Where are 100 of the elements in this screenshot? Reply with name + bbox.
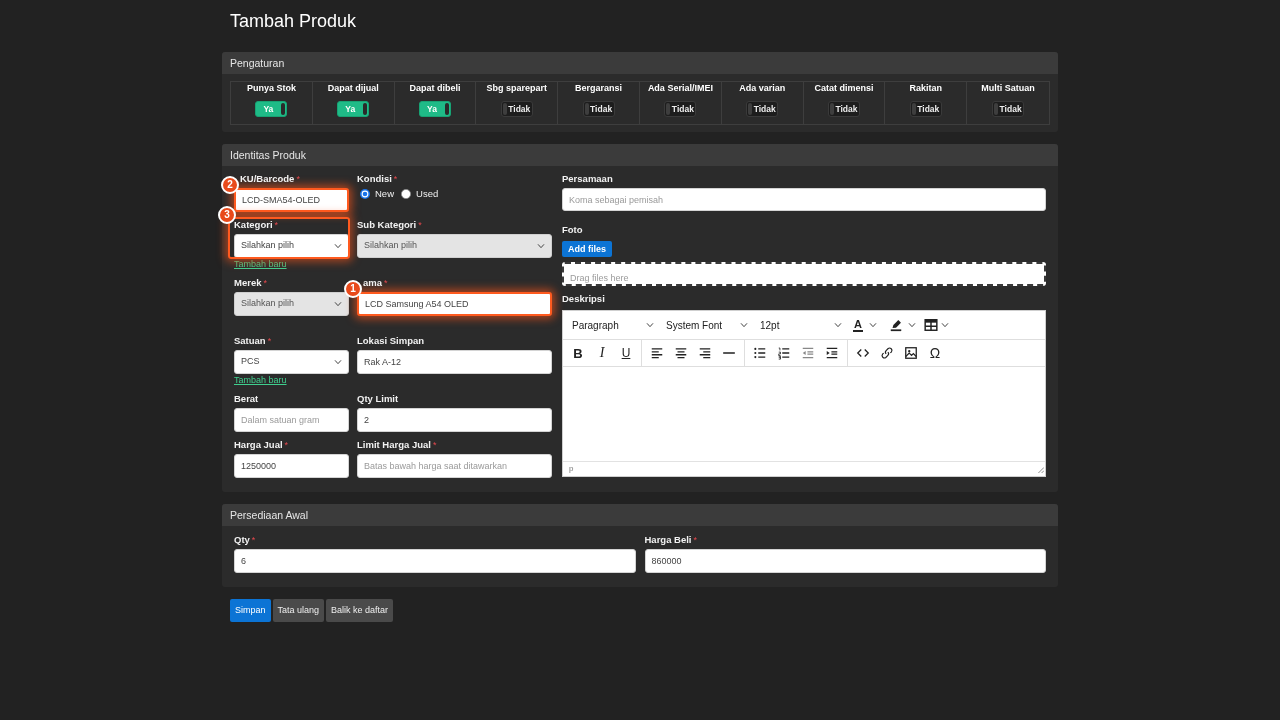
bold-button[interactable]: B bbox=[566, 341, 590, 365]
required-mark: * bbox=[274, 219, 279, 231]
highlighter-icon bbox=[889, 318, 903, 332]
align-left-icon bbox=[650, 346, 664, 360]
required-mark: * bbox=[296, 173, 300, 185]
field-label: Lokasi Simpan bbox=[357, 335, 425, 347]
toggle-switch[interactable]: Tidak bbox=[500, 101, 533, 117]
underline-button[interactable]: U bbox=[614, 341, 638, 365]
input-field[interactable]: LCD-SMA54-OLED bbox=[234, 188, 349, 212]
page-title: Tambah Produk bbox=[229, 10, 358, 32]
resize-handle-icon[interactable] bbox=[1036, 465, 1044, 473]
special-character-button[interactable]: Ω bbox=[923, 341, 947, 365]
required-mark: * bbox=[251, 534, 256, 546]
link-icon bbox=[880, 346, 894, 360]
add-new-link[interactable]: Tambah baru bbox=[234, 374, 287, 386]
chevron-down-icon bbox=[334, 358, 342, 366]
panel-title: Persediaan Awal bbox=[222, 504, 1058, 526]
field-label: Deskripsi bbox=[562, 293, 605, 305]
required-mark: * bbox=[418, 219, 422, 231]
format-dropdown[interactable]: Paragraph bbox=[566, 313, 660, 337]
toggle-label: Dapat dibeli bbox=[409, 82, 461, 94]
input-field[interactable]: Dalam satuan gram bbox=[234, 408, 349, 432]
toggle-label: Dapat dijual bbox=[327, 82, 379, 94]
field-label: Merek bbox=[234, 277, 262, 289]
input-field[interactable]: Koma sebagai pemisah bbox=[562, 188, 1046, 211]
field-label: ama bbox=[363, 277, 382, 289]
chevron-down-icon bbox=[908, 321, 916, 329]
toggle-switch[interactable]: Tidak bbox=[664, 101, 697, 117]
add-files-button[interactable]: Add files bbox=[562, 241, 612, 257]
text-color-button[interactable]: A bbox=[848, 313, 885, 337]
bullet-list-icon bbox=[753, 346, 767, 360]
toggle-label: Punya Stok bbox=[246, 82, 296, 94]
numbered-list-icon bbox=[777, 346, 791, 360]
field-label: Harga Beli bbox=[644, 534, 692, 546]
field-label: Satuan bbox=[234, 335, 266, 347]
chevron-down-icon bbox=[941, 321, 949, 329]
action-button[interactable]: Simpan bbox=[230, 599, 271, 622]
chevron-down-icon bbox=[334, 242, 342, 250]
field-label: Harga Jual bbox=[234, 439, 283, 451]
input-field[interactable]: 2 bbox=[357, 408, 552, 432]
field-label: Persamaan bbox=[562, 173, 613, 185]
chevron-down-icon bbox=[868, 321, 877, 329]
field-label: Kondisi bbox=[357, 173, 392, 185]
toggle-switch[interactable]: Tidak bbox=[582, 101, 615, 117]
toggle-label: Sbg sparepart bbox=[486, 82, 548, 94]
toggle-label: Bergaransi bbox=[575, 82, 623, 94]
element-path: p bbox=[569, 464, 574, 474]
rich-text-editor[interactable]: Paragraph System Font 12pt A B I U Ω p bbox=[562, 310, 1046, 477]
toggle-label: Multi Satuan bbox=[981, 82, 1035, 94]
format-dropdown[interactable]: 12pt bbox=[754, 313, 848, 337]
select-field[interactable]: PCS bbox=[234, 350, 349, 374]
required-mark: * bbox=[432, 439, 437, 451]
required-mark: * bbox=[393, 173, 398, 185]
align-right-icon bbox=[698, 346, 712, 360]
input-field[interactable]: 1250000 bbox=[234, 454, 349, 478]
toggle-switch[interactable]: Tidak bbox=[992, 101, 1025, 117]
format-dropdown[interactable]: System Font bbox=[660, 313, 754, 337]
required-mark: * bbox=[284, 439, 289, 451]
field-label: Limit Harga Jual bbox=[357, 439, 431, 451]
outdent-icon bbox=[801, 346, 815, 360]
field-label: Qty bbox=[234, 534, 250, 546]
indent-icon bbox=[825, 346, 839, 360]
image-icon bbox=[904, 346, 918, 360]
align-center-icon bbox=[674, 346, 688, 360]
toggle-switch[interactable]: Tidak bbox=[746, 101, 779, 117]
input-field[interactable]: 860000 bbox=[644, 549, 1046, 573]
field-label: Kategori bbox=[234, 219, 273, 231]
required-mark: * bbox=[263, 277, 267, 289]
panel-title: Pengaturan bbox=[222, 52, 1058, 74]
toggle-switch[interactable]: Tidak bbox=[909, 101, 942, 117]
action-button[interactable]: Tata ulang bbox=[272, 599, 325, 622]
input-field[interactable]: Batas bawah harga saat ditawarkan bbox=[357, 454, 552, 478]
input-field[interactable]: 6 bbox=[234, 549, 636, 573]
field-label: Qty Limit bbox=[357, 393, 399, 405]
input-field[interactable]: LCD Samsung A54 OLED bbox=[357, 292, 552, 316]
radio-icon[interactable] bbox=[360, 189, 370, 199]
toggle-label: Ada varian bbox=[739, 82, 786, 94]
select-field[interactable]: Silahkan pilih bbox=[234, 234, 349, 258]
callout-badge: 2 bbox=[221, 176, 239, 194]
input-field[interactable]: Rak A-12 bbox=[357, 350, 552, 374]
chevron-down-icon bbox=[834, 321, 842, 329]
radio-option[interactable]: New bbox=[360, 188, 394, 200]
field-label: Foto bbox=[562, 224, 583, 236]
radio-icon[interactable] bbox=[401, 189, 411, 199]
chevron-down-icon bbox=[537, 242, 545, 250]
italic-button[interactable]: I bbox=[590, 341, 614, 365]
panel-title: Identitas Produk bbox=[222, 144, 1058, 166]
field-label: Sub Kategori bbox=[357, 219, 417, 231]
field-label: Berat bbox=[234, 393, 259, 405]
field-label: KU/Barcode bbox=[240, 173, 295, 185]
callout-badge: 1 bbox=[344, 280, 362, 298]
required-mark: * bbox=[693, 534, 697, 546]
code-icon bbox=[856, 346, 870, 360]
action-button[interactable]: Balik ke daftar bbox=[326, 599, 394, 622]
chevron-down-icon bbox=[740, 321, 748, 329]
required-mark: * bbox=[267, 335, 272, 347]
add-new-link[interactable]: Tambah baru bbox=[234, 258, 287, 270]
required-mark: * bbox=[384, 277, 388, 289]
toggle-switch[interactable]: Tidak bbox=[828, 101, 860, 117]
radio-option[interactable]: Used bbox=[401, 188, 439, 200]
